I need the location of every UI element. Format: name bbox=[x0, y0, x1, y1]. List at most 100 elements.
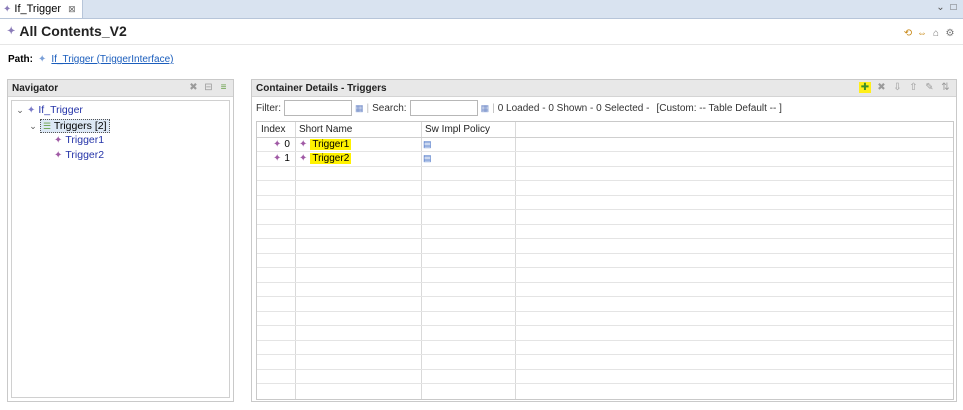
policy-icon: ▤ bbox=[423, 139, 432, 149]
tree-item-trigger2[interactable]: ✦ Trigger2 bbox=[54, 149, 104, 161]
tree-item-if-trigger[interactable]: ⌄ ✦ If_Trigger bbox=[16, 104, 83, 116]
move-up-icon[interactable]: ⇧ bbox=[908, 82, 919, 93]
filter-bar: Filter: ▦ | Search: ▦ | 0 Loaded - 0 Sho… bbox=[256, 100, 782, 116]
container-toolbar: ✚ ✖ ⇩ ⇧ ✎ ⇅ bbox=[859, 82, 951, 93]
home-icon[interactable]: ⌂ bbox=[931, 29, 941, 39]
interface-icon: ✦ bbox=[3, 3, 12, 15]
filter-label: Filter: bbox=[256, 102, 281, 114]
row-divider bbox=[257, 253, 953, 254]
collapse-all-icon[interactable]: ⊟ bbox=[203, 82, 214, 93]
trigger-icon: ✦ bbox=[54, 149, 63, 161]
sort-icon[interactable]: ⇅ bbox=[940, 82, 951, 93]
navigator-toolbar: ✖ ⊟ ≡ bbox=[188, 82, 229, 93]
table-config-label: [Custom: -- Table Default -- ] bbox=[656, 102, 782, 114]
search-options-icon[interactable]: ▦ bbox=[481, 103, 490, 114]
filter-input[interactable] bbox=[284, 100, 352, 116]
column-header-short-name[interactable]: Short Name bbox=[299, 124, 352, 135]
editor-tab-label: If_Trigger bbox=[14, 3, 62, 15]
container-details-header: Container Details - Triggers bbox=[252, 80, 956, 97]
row-divider bbox=[257, 282, 953, 283]
trigger-icon: ✦ bbox=[54, 134, 63, 146]
filter-icon[interactable]: ≡ bbox=[218, 82, 229, 93]
short-name-cell[interactable]: ✦ Trigger2 bbox=[299, 153, 352, 164]
load-status: 0 Loaded - 0 Shown - 0 Selected - bbox=[497, 102, 650, 114]
sync-icon[interactable]: ⟲ bbox=[903, 29, 913, 39]
column-header-index[interactable]: Index bbox=[261, 124, 285, 135]
maximize-icon[interactable]: □ bbox=[948, 2, 959, 13]
row-index: 0 bbox=[284, 139, 290, 150]
row-divider bbox=[257, 311, 953, 312]
trigger-icon: ✦ bbox=[273, 139, 282, 150]
tree-item-label: Trigger2 bbox=[65, 149, 105, 161]
row-divider bbox=[257, 354, 953, 355]
row-divider bbox=[257, 137, 953, 138]
container-details-panel: Container Details - Triggers ✚ ✖ ⇩ ⇧ ✎ ⇅… bbox=[251, 79, 957, 402]
table-row[interactable]: ✦ 1 bbox=[273, 153, 290, 164]
table-row[interactable]: ✦ 0 bbox=[273, 139, 290, 150]
short-name-value: Trigger1 bbox=[310, 139, 352, 150]
row-divider bbox=[257, 267, 953, 268]
delete-icon[interactable]: ✖ bbox=[188, 82, 199, 93]
tree-item-triggers[interactable]: ⌄ ☰ Triggers [2] bbox=[29, 119, 110, 133]
search-input[interactable] bbox=[409, 100, 478, 116]
filter-options-icon[interactable]: ▦ bbox=[355, 103, 364, 114]
column-divider bbox=[295, 122, 296, 399]
settings-icon[interactable]: ⚙ bbox=[945, 29, 955, 39]
list-icon: ☰ bbox=[43, 121, 52, 131]
header-divider bbox=[0, 44, 963, 45]
container-details-title: Container Details - Triggers bbox=[256, 82, 387, 94]
breadcrumb: Path: ✦ If_Trigger (TriggerInterface) bbox=[8, 54, 173, 65]
add-element-button[interactable]: ✚ bbox=[859, 82, 871, 93]
header-toolbar: ⟲ ⇔ ⌂ ⚙ bbox=[903, 29, 955, 39]
short-name-cell[interactable]: ✦ Trigger1 bbox=[299, 139, 352, 150]
triggers-table: Index Short Name Sw Impl Policy ✦ 0 ✦ Tr… bbox=[256, 121, 954, 400]
row-divider bbox=[257, 369, 953, 370]
trigger-icon: ✦ bbox=[299, 153, 308, 164]
page-title: ✦ All Contents_V2 bbox=[7, 23, 127, 39]
link-editor-icon[interactable]: ⇔ bbox=[917, 29, 927, 39]
row-divider bbox=[257, 238, 953, 239]
sw-impl-policy-cell[interactable]: ▤ bbox=[423, 153, 432, 164]
search-label: Search: bbox=[372, 102, 407, 114]
navigator-title: Navigator bbox=[12, 82, 59, 94]
tree-item-selected: ☰ Triggers [2] bbox=[40, 119, 110, 133]
tree-item-label: Triggers [2] bbox=[53, 120, 107, 132]
chevron-down-icon[interactable]: ⌄ bbox=[16, 105, 24, 116]
sw-impl-policy-cell[interactable]: ▤ bbox=[423, 139, 432, 150]
editor-tab[interactable]: ✦ If_Trigger ⊠ bbox=[0, 0, 83, 18]
chevron-down-icon[interactable]: ⌄ bbox=[29, 121, 37, 132]
row-divider bbox=[257, 151, 953, 152]
tree-item-label: Trigger1 bbox=[65, 134, 105, 146]
trigger-icon: ✦ bbox=[273, 153, 282, 164]
tree-item-trigger1[interactable]: ✦ Trigger1 bbox=[54, 134, 104, 146]
row-divider bbox=[257, 325, 953, 326]
close-tab-icon[interactable]: ⊠ bbox=[68, 4, 76, 15]
column-header-sw-impl-policy[interactable]: Sw Impl Policy bbox=[425, 124, 490, 135]
row-divider bbox=[257, 224, 953, 225]
editor-tab-bar bbox=[0, 0, 963, 19]
row-divider bbox=[257, 383, 953, 384]
diamond-icon: ✦ bbox=[7, 25, 16, 37]
page-title-text: All Contents_V2 bbox=[19, 23, 127, 39]
minimize-icon[interactable]: ⌄ bbox=[935, 2, 946, 13]
row-divider bbox=[257, 209, 953, 210]
row-index: 1 bbox=[284, 153, 290, 164]
row-divider bbox=[257, 180, 953, 181]
short-name-value: Trigger2 bbox=[310, 153, 352, 164]
row-divider bbox=[257, 296, 953, 297]
row-divider bbox=[257, 166, 953, 167]
policy-icon: ▤ bbox=[423, 153, 432, 163]
delete-icon[interactable]: ✖ bbox=[876, 82, 887, 93]
toolbar-separator: | bbox=[366, 102, 370, 114]
path-link[interactable]: If_Trigger (TriggerInterface) bbox=[51, 54, 173, 65]
row-divider bbox=[257, 340, 953, 341]
move-down-icon[interactable]: ⇩ bbox=[892, 82, 903, 93]
interface-icon: ✦ bbox=[27, 104, 36, 116]
column-divider bbox=[421, 122, 422, 399]
path-label: Path: bbox=[8, 54, 33, 65]
navigator-panel: Navigator ✖ ⊟ ≡ ⌄ ✦ If_Trigger ⌄ ☰ Trigg… bbox=[7, 79, 234, 402]
edit-icon[interactable]: ✎ bbox=[924, 82, 935, 93]
interface-icon: ✦ bbox=[38, 54, 47, 65]
trigger-icon: ✦ bbox=[299, 139, 308, 150]
tree-item-label: If_Trigger bbox=[38, 104, 83, 116]
